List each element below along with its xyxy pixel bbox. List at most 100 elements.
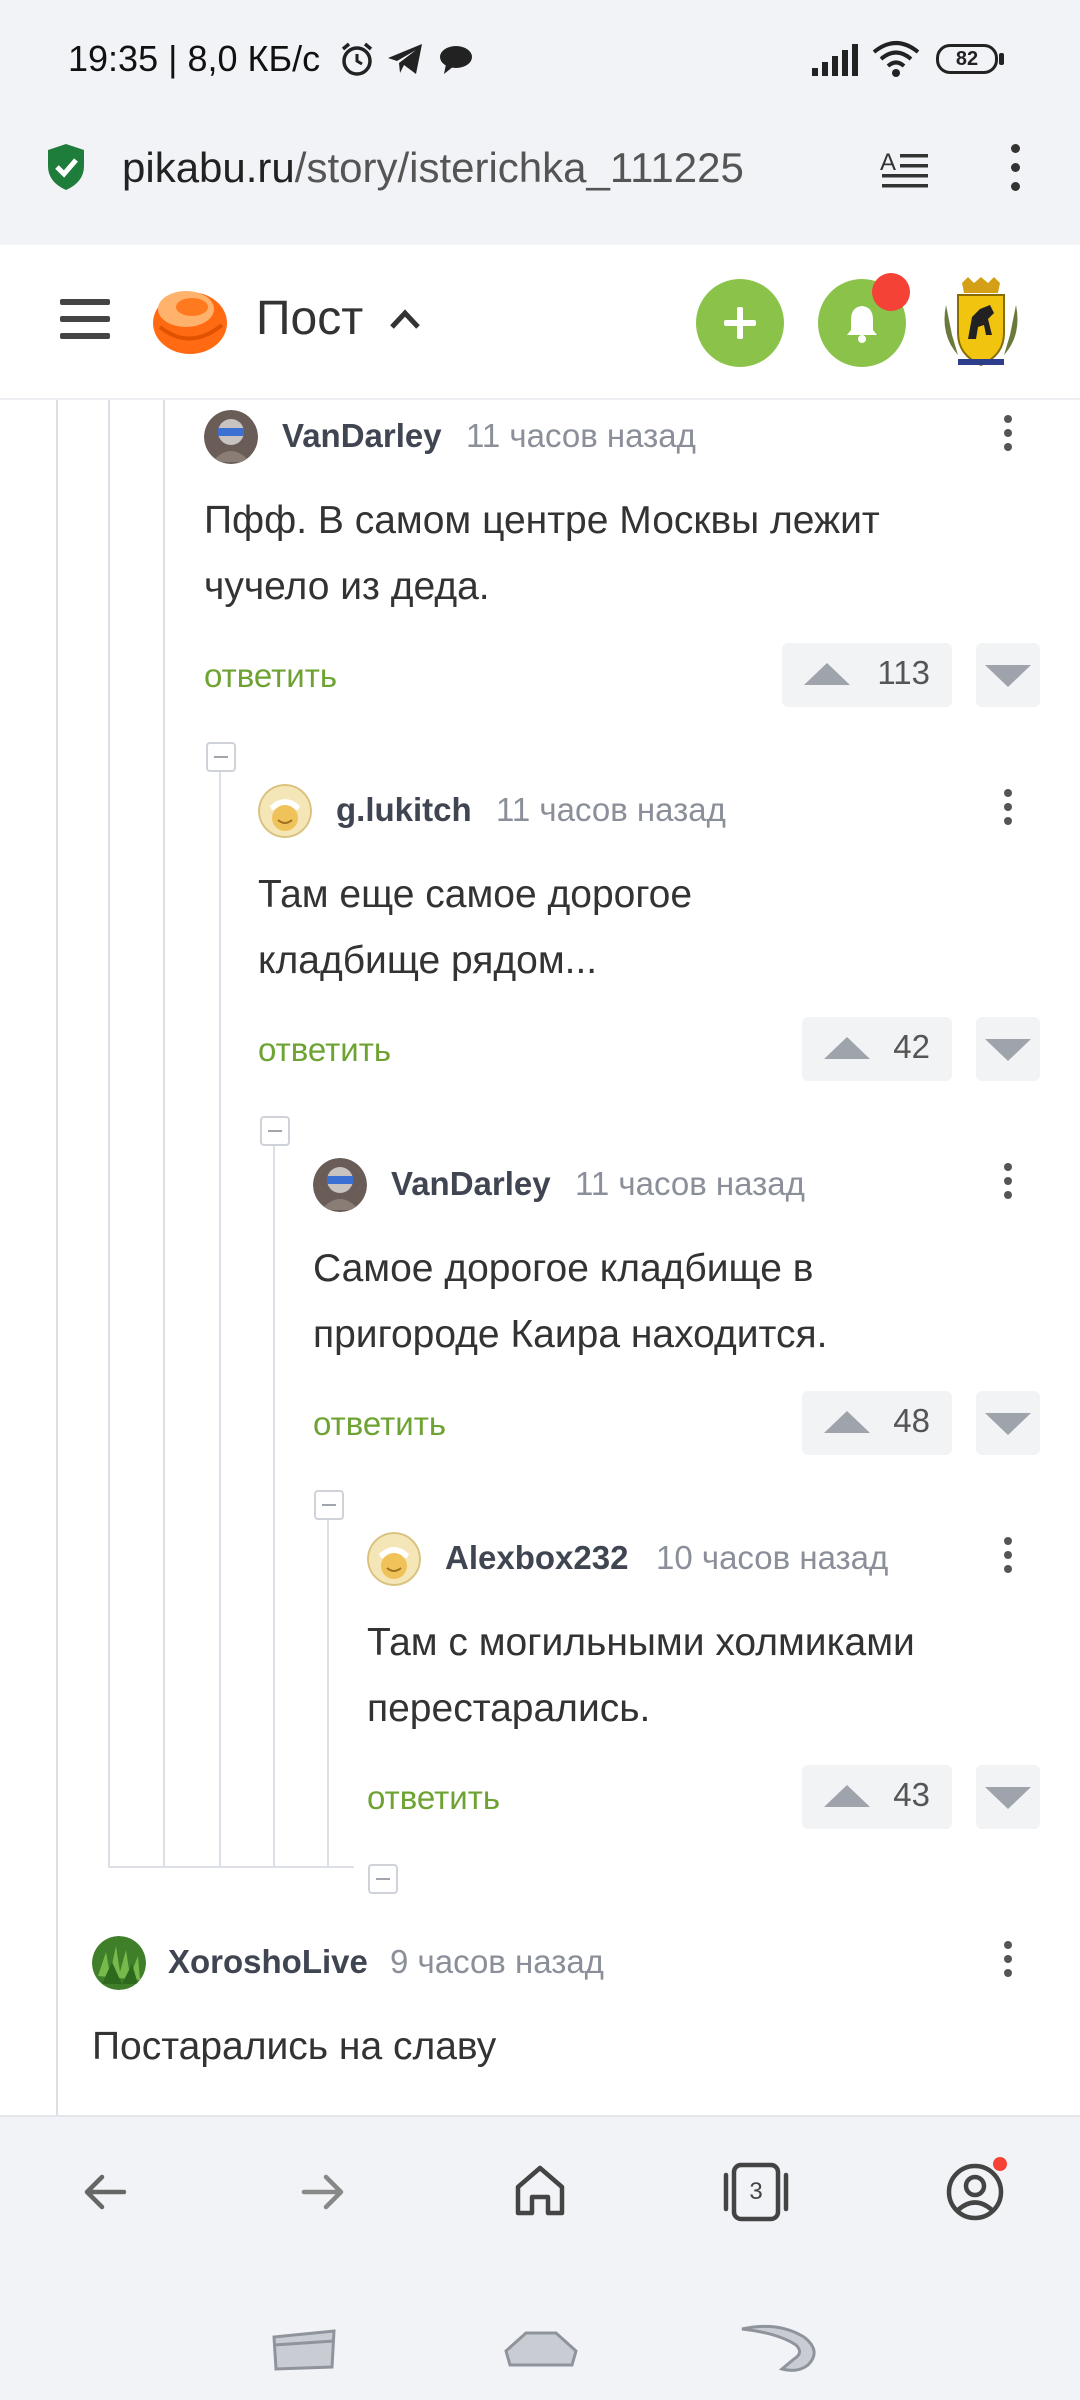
comment-menu-icon[interactable] <box>988 1531 1028 1585</box>
battery-tip <box>999 53 1004 65</box>
battery-level: 82 <box>955 48 979 70</box>
recent-apps-icon[interactable] <box>268 2327 340 2373</box>
downvote-button[interactable] <box>976 1391 1040 1455</box>
thread-line[interactable] <box>108 400 110 1868</box>
telegram-icon <box>388 44 422 74</box>
system-back-icon[interactable] <box>738 2321 822 2377</box>
comment-rating: 42 <box>893 1028 930 1065</box>
downvote-button[interactable] <box>976 643 1040 707</box>
shield-check-icon[interactable] <box>44 142 88 192</box>
comment-username[interactable]: Alexbox232 <box>445 1539 628 1577</box>
tabs-count: 3 <box>749 2178 763 2205</box>
notification-badge <box>872 273 910 311</box>
comment-username[interactable]: XoroshoLive <box>168 1943 368 1981</box>
browser-menu-icon[interactable] <box>1000 140 1030 200</box>
collapse-button[interactable] <box>206 742 236 772</box>
comment-menu-icon[interactable] <box>988 1935 1028 1989</box>
comment-menu-icon[interactable] <box>988 783 1028 837</box>
forward-icon[interactable] <box>298 2167 348 2217</box>
comment-rating: 48 <box>893 1402 930 1439</box>
collapse-button[interactable] <box>260 1116 290 1146</box>
arrow-down-icon <box>985 1039 1031 1061</box>
thread-line[interactable] <box>163 400 165 1868</box>
comment-time[interactable]: 11 часов назад <box>466 417 696 455</box>
comment-time[interactable]: 11 часов назад <box>575 1165 805 1203</box>
url-path: /story/isterichka_111225 <box>294 144 744 191</box>
comment-time[interactable]: 11 часов назад <box>496 791 726 829</box>
comment-username[interactable]: g.lukitch <box>336 791 472 829</box>
coat-of-arms-avatar[interactable] <box>938 275 1024 371</box>
chevron-up-icon[interactable] <box>388 307 422 331</box>
pikabu-logo[interactable] <box>150 281 230 357</box>
status-bar: 19:35 | 8,0 КБ/с 82 <box>0 0 1080 120</box>
comment-text: Там с могильными холмиками перестарались… <box>367 1621 915 1730</box>
browser-bottom-nav: 3 <box>0 2115 1080 2275</box>
upvote-button[interactable]: 43 <box>802 1765 952 1829</box>
arrow-down-icon <box>985 665 1031 687</box>
collapse-button[interactable] <box>314 1490 344 1520</box>
thread-line[interactable] <box>56 400 58 2115</box>
arrow-up-icon <box>824 1037 870 1059</box>
arrow-up-icon <box>824 1785 870 1807</box>
back-icon[interactable] <box>80 2167 130 2217</box>
site-header: Пост <box>0 245 1080 400</box>
comment-menu-icon[interactable] <box>988 409 1028 463</box>
reply-link[interactable]: ответить <box>367 1779 500 1817</box>
comment-username[interactable]: VanDarley <box>391 1165 551 1203</box>
collapse-button[interactable] <box>368 1864 398 1894</box>
add-post-button[interactable] <box>696 279 784 367</box>
comment-text: Самое дорогое кладбище в пригороде Каира… <box>313 1247 828 1356</box>
upvote-button[interactable]: 42 <box>802 1017 952 1081</box>
url-domain: pikabu.ru <box>122 144 295 191</box>
comment-text: Постарались на славу <box>92 2025 497 2068</box>
comment-menu-icon[interactable] <box>988 1157 1028 1211</box>
system-nav-bar <box>0 2275 1080 2400</box>
status-time: 19:35 | 8,0 КБ/с <box>68 38 321 79</box>
system-home-icon[interactable] <box>502 2327 580 2371</box>
arrow-up-icon <box>824 1411 870 1433</box>
thread-line[interactable] <box>219 772 221 1868</box>
avatar[interactable] <box>92 1936 146 1990</box>
plus-icon <box>724 307 756 339</box>
signal-icon <box>812 44 858 76</box>
chat-bubble-icon <box>440 46 472 74</box>
downvote-button[interactable] <box>976 1765 1040 1829</box>
battery-icon: 82 <box>936 44 998 74</box>
wifi-icon <box>872 41 920 77</box>
arrow-down-icon <box>985 1787 1031 1809</box>
comment-username[interactable]: VanDarley <box>282 417 442 455</box>
comment-time[interactable]: 10 часов назад <box>656 1539 888 1577</box>
avatar[interactable] <box>367 1532 421 1586</box>
thread-line[interactable] <box>327 1520 329 1868</box>
page-title[interactable]: Пост <box>256 291 363 346</box>
thread-line[interactable] <box>273 1146 275 1868</box>
browser-url-bar: pikabu.ru/story/isterichka_111225 A <box>0 120 1080 245</box>
home-icon[interactable] <box>513 2163 567 2219</box>
upvote-button[interactable]: 113 <box>782 643 952 707</box>
comment-text: Там еще самое дорогое кладбище рядом... <box>258 873 693 982</box>
arrow-up-icon <box>804 663 850 685</box>
reply-link[interactable]: ответить <box>258 1031 391 1069</box>
comment-rating: 113 <box>877 654 930 691</box>
avatar[interactable] <box>258 784 312 838</box>
svg-text:A: A <box>880 149 896 176</box>
reply-link[interactable]: ответить <box>313 1405 446 1443</box>
avatar[interactable] <box>204 410 258 464</box>
reader-mode-icon[interactable]: A <box>880 148 930 192</box>
comments-thread: VanDarley 11 часов назад Пфф. В самом це… <box>0 400 1080 2115</box>
comment-time[interactable]: 9 часов назад <box>390 1943 604 1981</box>
avatar[interactable] <box>313 1158 367 1212</box>
alarm-icon <box>341 42 373 76</box>
arrow-down-icon <box>985 1413 1031 1435</box>
comment-rating: 43 <box>893 1776 930 1813</box>
reply-link[interactable]: ответить <box>204 657 337 695</box>
url-field[interactable]: pikabu.ru/story/isterichka_111225 <box>122 144 852 192</box>
downvote-button[interactable] <box>976 1017 1040 1081</box>
thread-line-bottom <box>108 1866 354 1868</box>
account-notification-dot <box>993 2157 1007 2171</box>
upvote-button[interactable]: 48 <box>802 1391 952 1455</box>
bell-icon <box>847 306 877 343</box>
menu-icon[interactable] <box>58 295 112 343</box>
tabs-button[interactable]: 3 <box>722 2161 790 2223</box>
comment-text: Пфф. В самом центре Москвы лежит чучело … <box>204 499 880 608</box>
